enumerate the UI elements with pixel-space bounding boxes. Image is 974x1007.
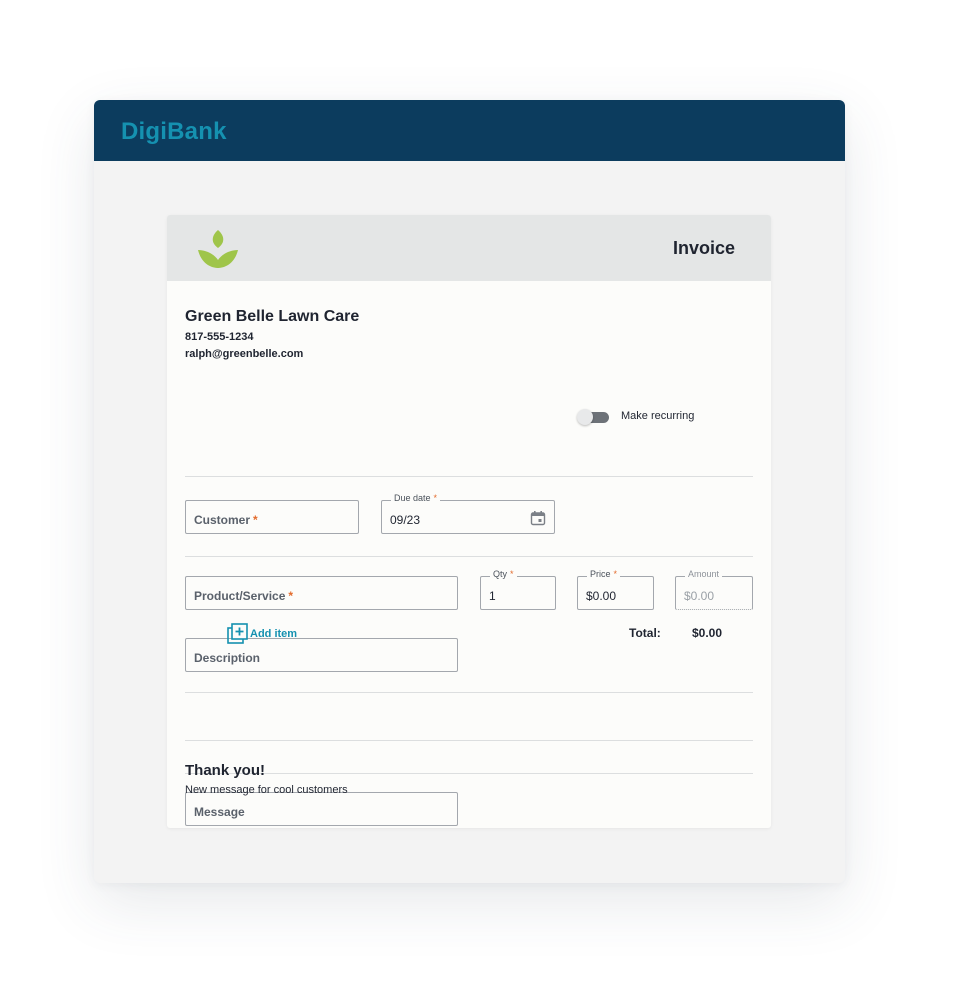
due-date-value: 09/23: [390, 513, 421, 527]
recurring-toggle[interactable]: [577, 409, 609, 425]
message-placeholder: Message: [194, 805, 245, 819]
message-field[interactable]: Message: [185, 792, 458, 826]
toggle-knob: [577, 409, 593, 425]
due-date-label: Due date *: [391, 493, 441, 503]
price-label: Price *: [587, 569, 621, 579]
customer-field[interactable]: Customer *: [185, 500, 359, 534]
price-field[interactable]: Price * $0.00: [577, 569, 654, 610]
amount-label: Amount: [685, 569, 723, 579]
business-email: ralph@greenbelle.com: [185, 348, 304, 360]
invoice-title: Invoice: [672, 238, 735, 258]
due-date-field[interactable]: Due date * 09/23: [381, 493, 555, 534]
description-placeholder: Description: [194, 651, 261, 665]
description-field[interactable]: Description: [185, 638, 458, 672]
invoice-card: Invoice Green Belle Lawn Care 817-555-12…: [167, 215, 771, 828]
leaf-icon: [198, 230, 238, 268]
amount-field: Amount $0.00: [675, 569, 753, 610]
price-value: $0.00: [586, 589, 617, 603]
divider: [185, 773, 753, 774]
total-value: $0.00: [692, 626, 723, 640]
top-bar: DigiBank: [94, 100, 845, 161]
brand-logo[interactable]: DigiBank: [121, 118, 227, 146]
product-service-placeholder: Product/Service *: [194, 589, 294, 603]
add-item-button[interactable]: Add item: [227, 623, 297, 645]
business-phone: 817-555-1234: [185, 331, 254, 343]
customer-placeholder: Customer *: [194, 513, 258, 527]
divider: [185, 476, 753, 477]
qty-label: Qty *: [490, 569, 517, 579]
add-item-icon: [227, 623, 248, 644]
invoice-header: Invoice: [167, 215, 771, 281]
recurring-label: Make recurring: [621, 410, 695, 422]
divider: [185, 692, 753, 693]
add-item-label: Add item: [250, 628, 298, 640]
calendar-icon[interactable]: [530, 510, 546, 526]
product-service-field[interactable]: Product/Service *: [185, 576, 458, 610]
amount-value: $0.00: [684, 589, 715, 603]
divider: [185, 556, 753, 557]
business-name: Green Belle Lawn Care: [185, 308, 360, 325]
app-window: DigiBank Invoice Green Belle Lawn Care 8…: [94, 100, 845, 883]
qty-field[interactable]: Qty * 1: [480, 569, 556, 610]
qty-value: 1: [489, 589, 496, 603]
total-label: Total:: [629, 626, 661, 640]
